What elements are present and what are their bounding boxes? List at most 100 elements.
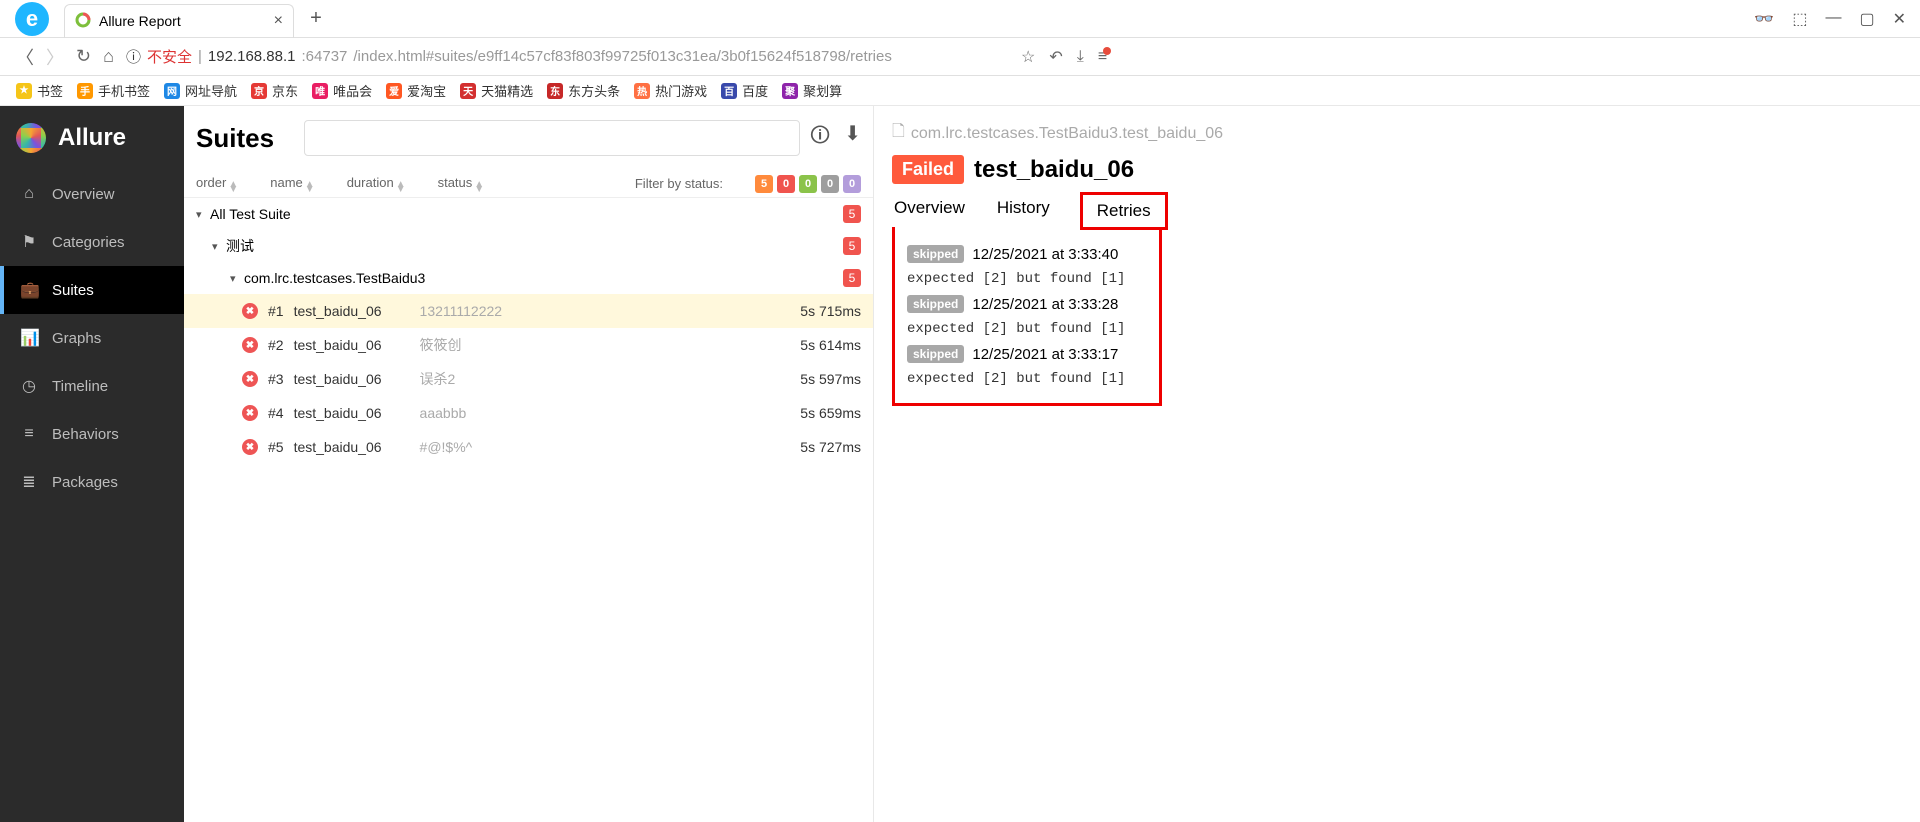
suites-header: Suites 🛈 ⬇	[184, 106, 873, 170]
bookmark-item[interactable]: ★书签	[16, 81, 63, 100]
bookmark-item[interactable]: 手手机书签	[77, 81, 150, 100]
retry-time: 12/25/2021 at 3:33:17	[972, 346, 1118, 363]
test-row[interactable]: ✖ #5 test_baidu_06 #@!$%^ 5s 727ms	[184, 430, 873, 464]
test-param: 13211112222	[420, 303, 503, 319]
filter-label: Filter by status:	[635, 176, 723, 191]
filter-badge[interactable]: 5	[755, 175, 773, 193]
tab-overview[interactable]: Overview	[892, 192, 967, 230]
close-window-icon[interactable]: ✕	[1893, 9, 1906, 29]
home-icon[interactable]: ⌂	[103, 46, 114, 67]
tree-suite[interactable]: ▾ 测试 5	[184, 230, 873, 262]
sidebar-item-label: Suites	[52, 282, 94, 299]
test-param: #@!$%^	[420, 439, 473, 455]
sidebar-item-label: Graphs	[52, 330, 101, 347]
test-row[interactable]: ✖ #1 test_baidu_06 13211112222 5s 715ms	[184, 294, 873, 328]
bookmark-item[interactable]: 聚聚划算	[782, 81, 842, 100]
bookmark-item[interactable]: 网网址导航	[164, 81, 237, 100]
url-field[interactable]: ⓘ 不安全 | 192.168.88.1:64737/index.html#su…	[126, 46, 991, 67]
url-path: /index.html#suites/e9ff14c57cf83f803f997…	[353, 48, 891, 65]
test-number: #3	[268, 371, 284, 387]
bookmark-item[interactable]: 百百度	[721, 81, 768, 100]
menu-icon[interactable]: ≡	[1098, 48, 1115, 66]
url-port: :64737	[302, 48, 348, 65]
tree-class[interactable]: ▾ com.lrc.testcases.TestBaidu3 5	[184, 262, 873, 294]
skipped-badge: skipped	[907, 295, 964, 313]
timeline-icon: ◷	[20, 376, 38, 396]
column-headers: order▲▼ name▲▼ duration▲▼ status▲▼ Filte…	[184, 170, 873, 198]
sidebar-item-suites[interactable]: 💼Suites	[0, 266, 184, 314]
tab-history[interactable]: History	[995, 192, 1052, 230]
allure-logo-icon	[16, 123, 46, 153]
bookmark-item[interactable]: 京京东	[251, 81, 298, 100]
mask-icon[interactable]: 👓	[1754, 9, 1774, 29]
sidebar-item-graphs[interactable]: 📊Graphs	[0, 314, 184, 362]
bookmark-item[interactable]: 唯唯品会	[312, 81, 372, 100]
bookmark-item[interactable]: 天天猫精选	[460, 81, 533, 100]
test-param: 误杀2	[420, 369, 456, 389]
filter-badge[interactable]: 0	[843, 175, 861, 193]
download-icon[interactable]: ⤓	[1077, 48, 1084, 66]
back-icon[interactable]: 〈	[16, 44, 34, 70]
info-icon[interactable]: 🛈	[810, 121, 830, 155]
tab-title: Allure Report	[99, 13, 181, 29]
search-input[interactable]	[304, 120, 800, 156]
bookmark-item[interactable]: 东东方头条	[547, 81, 620, 100]
bookmark-item[interactable]: 热热门游戏	[634, 81, 707, 100]
filter-badge[interactable]: 0	[821, 175, 839, 193]
col-name[interactable]: name▲▼	[270, 175, 314, 192]
browser-tab[interactable]: Allure Report ×	[64, 4, 294, 38]
retry-entry[interactable]: skipped 12/25/2021 at 3:33:28	[907, 295, 1147, 313]
download-csv-icon[interactable]: ⬇	[844, 121, 861, 155]
count-badge: 5	[843, 205, 861, 223]
col-status[interactable]: status▲▼	[438, 175, 485, 192]
undo-icon[interactable]: ↶	[1049, 47, 1062, 67]
retry-message: expected [2] but found [1]	[907, 271, 1147, 287]
col-duration[interactable]: duration▲▼	[347, 175, 406, 192]
filter-badge[interactable]: 0	[799, 175, 817, 193]
tree-root[interactable]: ▾ All Test Suite 5	[184, 198, 873, 230]
page-title: Suites	[196, 123, 274, 154]
address-bar: 〈 〉 ↻ ⌂ ⓘ 不安全 | 192.168.88.1:64737/index…	[0, 38, 1920, 76]
info-icon: ⓘ	[126, 46, 141, 67]
filter-badge[interactable]: 0	[777, 175, 795, 193]
test-number: #2	[268, 337, 284, 353]
detail-tabs: Overview History Retries	[892, 192, 1902, 230]
test-title: test_baidu_06	[974, 156, 1134, 184]
test-name: test_baidu_06	[294, 439, 382, 455]
test-duration: 5s 727ms	[800, 439, 861, 455]
new-tab-button[interactable]: +	[300, 7, 332, 30]
extension-icon[interactable]: ⬚	[1792, 9, 1807, 29]
test-row[interactable]: ✖ #4 test_baidu_06 aaabbb 5s 659ms	[184, 396, 873, 430]
retry-entry[interactable]: skipped 12/25/2021 at 3:33:17	[907, 345, 1147, 363]
test-row[interactable]: ✖ #3 test_baidu_06 误杀2 5s 597ms	[184, 362, 873, 396]
close-tab-icon[interactable]: ×	[274, 12, 283, 30]
sidebar-item-categories[interactable]: ⚑Categories	[0, 218, 184, 266]
test-param: aaabbb	[420, 405, 467, 421]
skipped-badge: skipped	[907, 345, 964, 363]
chevron-down-icon: ▾	[230, 272, 244, 285]
status-failed-icon: ✖	[242, 371, 258, 387]
retry-entry[interactable]: skipped 12/25/2021 at 3:33:40	[907, 245, 1147, 263]
retry-message: expected [2] but found [1]	[907, 371, 1147, 387]
test-row[interactable]: ✖ #2 test_baidu_06 筱筱创 5s 614ms	[184, 328, 873, 362]
test-number: #1	[268, 303, 284, 319]
col-order[interactable]: order▲▼	[196, 175, 238, 192]
retry-message: expected [2] but found [1]	[907, 321, 1147, 337]
detail-panel: 🗋 com.lrc.testcases.TestBaidu3.test_baid…	[874, 106, 1920, 822]
sidebar-item-behaviors[interactable]: ≡Behaviors	[0, 410, 184, 458]
reload-icon[interactable]: ↻	[76, 46, 91, 67]
bookmark-star-icon[interactable]: ☆	[1021, 47, 1035, 67]
sidebar-item-timeline[interactable]: ◷Timeline	[0, 362, 184, 410]
tab-retries[interactable]: Retries	[1080, 192, 1168, 230]
sidebar-item-packages[interactable]: ≣Packages	[0, 458, 184, 506]
maximize-icon[interactable]: ▢	[1859, 9, 1874, 29]
browser-logo-icon: e	[15, 2, 49, 36]
status-failed-icon: ✖	[242, 303, 258, 319]
sidebar-item-overview[interactable]: ⌂Overview	[0, 170, 184, 218]
test-name: test_baidu_06	[294, 405, 382, 421]
minimize-icon[interactable]: —	[1825, 9, 1841, 29]
status-badge: Failed	[892, 155, 964, 184]
forward-icon[interactable]: 〉	[46, 44, 64, 70]
suites-panel: Suites 🛈 ⬇ order▲▼ name▲▼ duration▲▼ sta…	[184, 106, 874, 822]
bookmark-item[interactable]: 爱爱淘宝	[386, 81, 446, 100]
